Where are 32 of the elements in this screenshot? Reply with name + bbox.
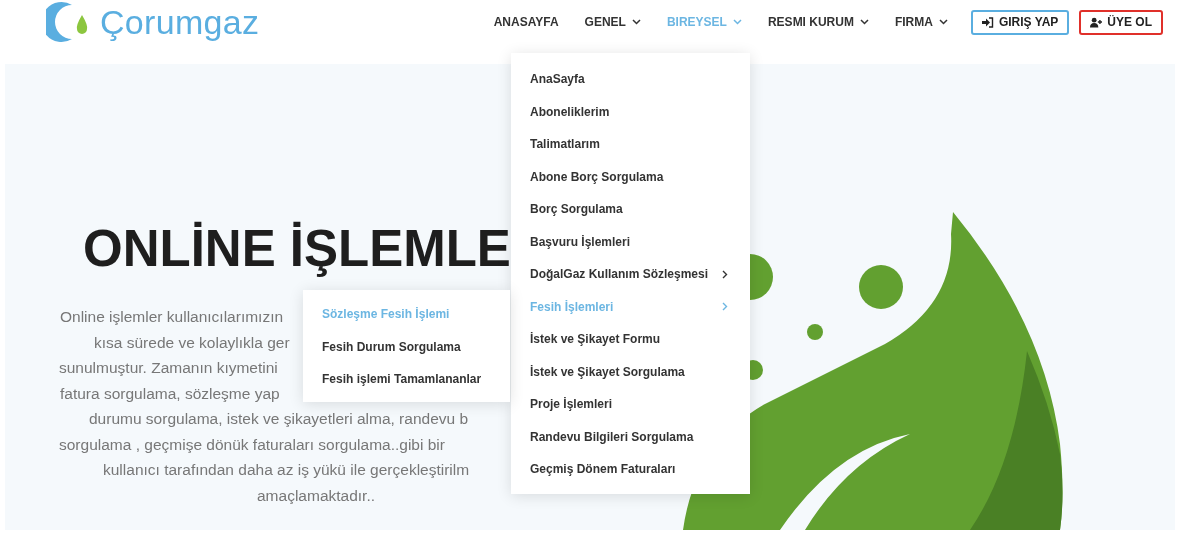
add-user-icon xyxy=(1090,16,1103,28)
menu-item[interactable]: Talimatlarım xyxy=(511,128,750,161)
logo-text: Çorumgaz xyxy=(100,2,260,42)
hero-text-line: sorgulama , geçmişe dönük faturaları sorgulama..gibi bir xyxy=(59,434,445,455)
menu-item[interactable]: Başvuru İşlemleri xyxy=(511,225,750,258)
login-button[interactable]: GIRIŞ YAP xyxy=(970,9,1070,35)
sign-in-icon xyxy=(981,16,994,28)
menu-item[interactable]: Fesih işlemi Tamamlananlar xyxy=(303,363,510,396)
hero-text-line: amaçlamaktadır.. xyxy=(257,485,376,506)
hero-text-line: fatura sorgulama, sözleşme yap xyxy=(60,383,280,404)
menu-item[interactable]: Aboneliklerim xyxy=(511,95,750,128)
nav-link[interactable]: FIRMA xyxy=(881,15,961,29)
hero-text-line: kısa sürede ve kolaylıkla ger xyxy=(94,332,290,353)
menu-item[interactable]: Geçmiş Dönem Faturaları xyxy=(511,453,750,486)
hero-text-line: Online işlemler kullanıcılarımızın xyxy=(60,307,284,327)
menu-item[interactable]: İstek ve Şikayet Formu xyxy=(511,323,750,356)
hero-text-line: kullanıcı tarafından daha az iş yükü ile gerçekleştirilm xyxy=(103,460,470,480)
menu-item[interactable]: Randevu Bilgileri Sorgulama xyxy=(511,420,750,453)
menu-item[interactable]: İstek ve Şikayet Sorgulama xyxy=(511,355,750,388)
menu-item[interactable]: Abone Borç Sorgulama xyxy=(511,160,750,193)
register-button[interactable]: ÜYE OL xyxy=(1079,9,1163,35)
menu-item[interactable]: Borç Sorgulama xyxy=(511,193,750,226)
menu-item[interactable]: Proje İşlemleri xyxy=(511,388,750,421)
menu-item[interactable]: AnaSayfa xyxy=(511,63,750,96)
hero-text-line: sunulmuştur. Zamanın kıymetini xyxy=(59,358,278,378)
nav-link[interactable]: ANASAYFA xyxy=(480,15,572,29)
nav-link[interactable]: RESMI KURUM xyxy=(754,15,882,29)
hero-text-line: durumu sorgulama, istek ve şikayetleri alma, randevu b xyxy=(89,409,469,429)
nav-link[interactable]: GENEL xyxy=(571,15,654,29)
menu-item[interactable]: Fesih Durum Sorgulama xyxy=(303,330,510,363)
menu-item[interactable]: DoğalGaz Kullanım Sözleşmesi xyxy=(511,258,750,291)
hero-heading: ONLİNE İŞLEMLE xyxy=(83,219,511,279)
